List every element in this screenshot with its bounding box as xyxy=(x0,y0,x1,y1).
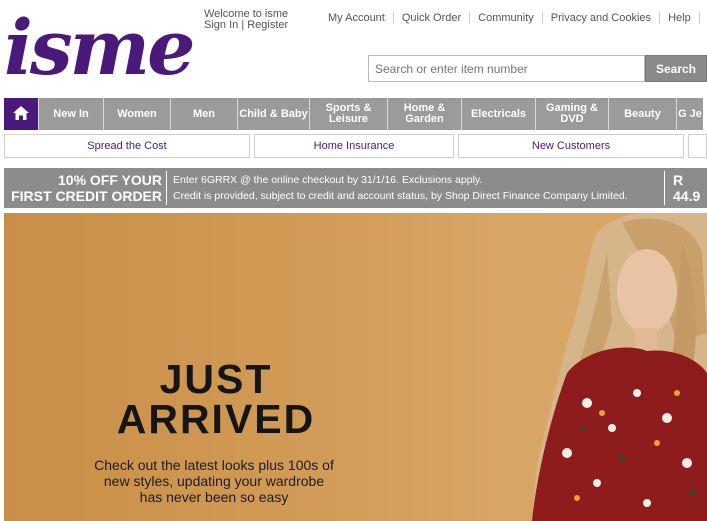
search-input[interactable] xyxy=(368,55,645,82)
help-link[interactable]: Help xyxy=(659,12,699,24)
isme-logo[interactable]: isme xyxy=(4,10,195,86)
hero-banner[interactable]: JUST ARRIVED Check out the latest looks … xyxy=(4,213,707,521)
subnav-new-customers[interactable]: New Customers xyxy=(458,134,684,158)
sign-in-link[interactable]: Sign In xyxy=(204,19,238,31)
promo-offer: 10% OFF YOUR FIRST CREDIT ORDER xyxy=(4,171,167,205)
top-links: My Account Quick Order Community Privacy… xyxy=(320,12,707,24)
promo-offer-line2: FIRST CREDIT ORDER xyxy=(11,188,162,204)
home-icon xyxy=(13,105,29,123)
promo-terms-line1: Enter 6GRRX @ the online checkout by 31/… xyxy=(173,174,483,186)
account-separator: | xyxy=(241,19,245,31)
subnav-next[interactable] xyxy=(688,134,707,158)
my-account-link[interactable]: My Account xyxy=(320,12,393,24)
subnav-spread-cost[interactable]: Spread the Cost xyxy=(4,134,250,158)
nav-men[interactable]: Men xyxy=(171,98,238,130)
promo-terms: Enter 6GRRX @ the online checkout by 31/… xyxy=(167,171,665,205)
nav-beauty[interactable]: Beauty xyxy=(609,98,677,130)
sub-nav: Spread the Cost Home Insurance New Custo… xyxy=(4,134,707,158)
quick-order-link[interactable]: Quick Order xyxy=(392,12,469,24)
privacy-cookies-link[interactable]: Privacy and Cookies xyxy=(541,12,659,24)
promo-right: R 44.9 xyxy=(665,172,700,204)
search-button[interactable]: Search xyxy=(645,55,707,82)
welcome-block: Welcome to isme Sign In | Register xyxy=(204,9,288,31)
promo-offer-line1: 10% OFF YOUR xyxy=(58,172,162,188)
hero-model-image xyxy=(532,213,707,521)
nav-electricals[interactable]: Electricals xyxy=(462,98,536,130)
main-nav: New In Women Men Child & Baby Sports & L… xyxy=(4,98,703,130)
nav-women[interactable]: Women xyxy=(104,98,171,130)
promo-right-line1: R xyxy=(673,172,684,188)
hero-headline-2: ARRIVED xyxy=(116,396,316,442)
nav-new-in[interactable]: New In xyxy=(39,98,104,130)
nav-child-baby[interactable]: Child & Baby xyxy=(238,98,310,130)
promo-banner[interactable]: 10% OFF YOUR FIRST CREDIT ORDER Enter 6G… xyxy=(4,168,707,208)
community-link[interactable]: Community xyxy=(469,12,542,24)
hero-headline-1: JUST xyxy=(159,356,273,402)
nav-sports-leisure[interactable]: Sports & Leisure xyxy=(310,98,388,130)
register-link[interactable]: Register xyxy=(247,19,288,31)
nav-gaming-dvd[interactable]: Gaming & DVD xyxy=(536,98,609,130)
contact-link[interactable]: Co xyxy=(698,12,707,24)
hero-copy: Check out the latest looks plus 100s of … xyxy=(94,457,334,505)
subnav-home-insurance[interactable]: Home Insurance xyxy=(254,134,454,158)
nav-next[interactable]: G Je xyxy=(677,98,703,130)
promo-right-line2: 44.9 xyxy=(673,188,701,204)
nav-home[interactable] xyxy=(4,98,39,130)
promo-terms-line2: Credit is provided, subject to credit an… xyxy=(173,190,628,202)
nav-home-garden[interactable]: Home & Garden xyxy=(388,98,462,130)
